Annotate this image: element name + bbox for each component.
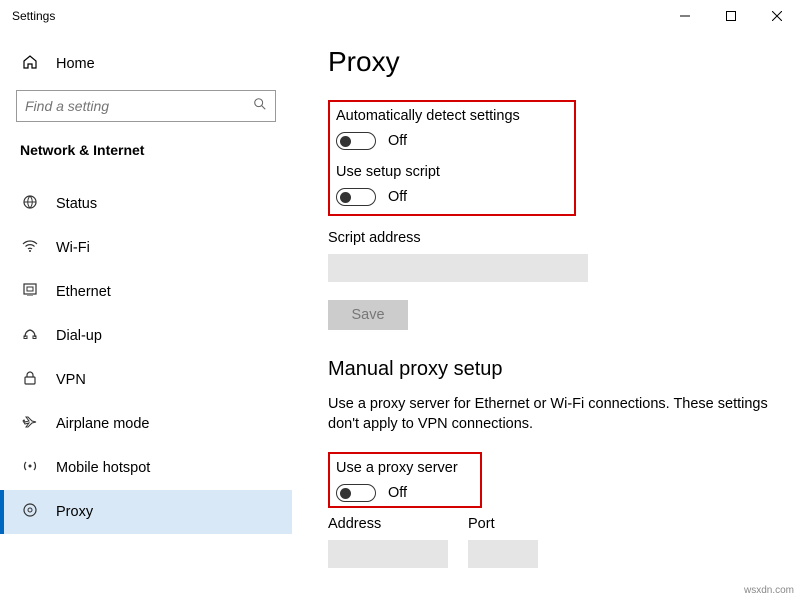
nav-list: Status Wi-Fi Ethernet Dial-up VPN Airpla… (0, 182, 292, 534)
titlebar: Settings (0, 0, 800, 32)
nav-label: Mobile hotspot (56, 460, 150, 476)
use-proxy-label: Use a proxy server (336, 460, 458, 476)
minimize-button[interactable] (662, 0, 708, 32)
setup-script-toggle-row: Off (336, 188, 520, 206)
main-panel: Proxy Automatically detect settings Off … (292, 32, 800, 602)
search-icon (253, 97, 267, 116)
auto-detect-toggle[interactable] (336, 132, 376, 150)
address-col: Address (328, 516, 448, 568)
nav-label: Ethernet (56, 284, 111, 300)
address-input[interactable] (328, 540, 448, 568)
search-input[interactable] (25, 98, 253, 114)
port-col: Port (468, 516, 538, 568)
window-controls (662, 0, 800, 32)
auto-proxy-group: Automatically detect settings Off Use se… (328, 100, 576, 216)
search-input-wrap[interactable] (16, 90, 276, 122)
sidebar-item-proxy[interactable]: Proxy (0, 490, 292, 534)
setup-script-label: Use setup script (336, 164, 520, 180)
nav-label: Proxy (56, 504, 93, 520)
toggle-knob (340, 136, 351, 147)
airplane-icon (20, 414, 40, 435)
use-proxy-toggle[interactable] (336, 484, 376, 502)
close-button[interactable] (754, 0, 800, 32)
home-label: Home (56, 56, 95, 72)
sidebar: Home Network & Internet Status Wi-Fi Eth… (0, 32, 292, 602)
setup-script-toggle[interactable] (336, 188, 376, 206)
nav-label: VPN (56, 372, 86, 388)
nav-label: Airplane mode (56, 416, 150, 432)
port-label: Port (468, 516, 538, 532)
sidebar-item-status[interactable]: Status (0, 182, 292, 226)
nav-label: Dial-up (56, 328, 102, 344)
manual-setup-title: Manual proxy setup (328, 358, 776, 381)
sidebar-item-wifi[interactable]: Wi-Fi (0, 226, 292, 270)
script-address-label: Script address (328, 230, 776, 246)
sidebar-item-hotspot[interactable]: Mobile hotspot (0, 446, 292, 490)
maximize-button[interactable] (708, 0, 754, 32)
content-area: Home Network & Internet Status Wi-Fi Eth… (0, 32, 800, 602)
save-button[interactable]: Save (328, 300, 408, 330)
nav-label: Wi-Fi (56, 240, 90, 256)
port-input[interactable] (468, 540, 538, 568)
auto-detect-label: Automatically detect settings (336, 108, 520, 124)
auto-detect-toggle-row: Off (336, 132, 520, 150)
setup-script-state: Off (388, 189, 407, 205)
use-proxy-group: Use a proxy server Off (328, 452, 482, 508)
script-address-input[interactable] (328, 254, 588, 282)
watermark: wsxdn.com (744, 585, 794, 596)
toggle-knob (340, 488, 351, 499)
page-title: Proxy (328, 46, 776, 78)
window-title: Settings (12, 9, 662, 23)
sidebar-item-dialup[interactable]: Dial-up (0, 314, 292, 358)
address-label: Address (328, 516, 448, 532)
proxy-icon (20, 502, 40, 523)
dialup-icon (20, 326, 40, 347)
status-icon (20, 194, 40, 215)
manual-setup-desc: Use a proxy server for Ethernet or Wi-Fi… (328, 395, 776, 434)
sidebar-item-ethernet[interactable]: Ethernet (0, 270, 292, 314)
hotspot-icon (20, 458, 40, 479)
use-proxy-toggle-row: Off (336, 484, 458, 502)
category-title: Network & Internet (20, 142, 292, 158)
sidebar-item-airplane[interactable]: Airplane mode (0, 402, 292, 446)
nav-label: Status (56, 196, 97, 212)
home-icon (20, 54, 40, 75)
use-proxy-state: Off (388, 485, 407, 501)
toggle-knob (340, 192, 351, 203)
home-nav[interactable]: Home (16, 44, 292, 84)
address-port-row: Address Port (328, 516, 776, 568)
ethernet-icon (20, 282, 40, 303)
wifi-icon (20, 238, 40, 259)
vpn-icon (20, 370, 40, 391)
sidebar-item-vpn[interactable]: VPN (0, 358, 292, 402)
auto-detect-state: Off (388, 133, 407, 149)
